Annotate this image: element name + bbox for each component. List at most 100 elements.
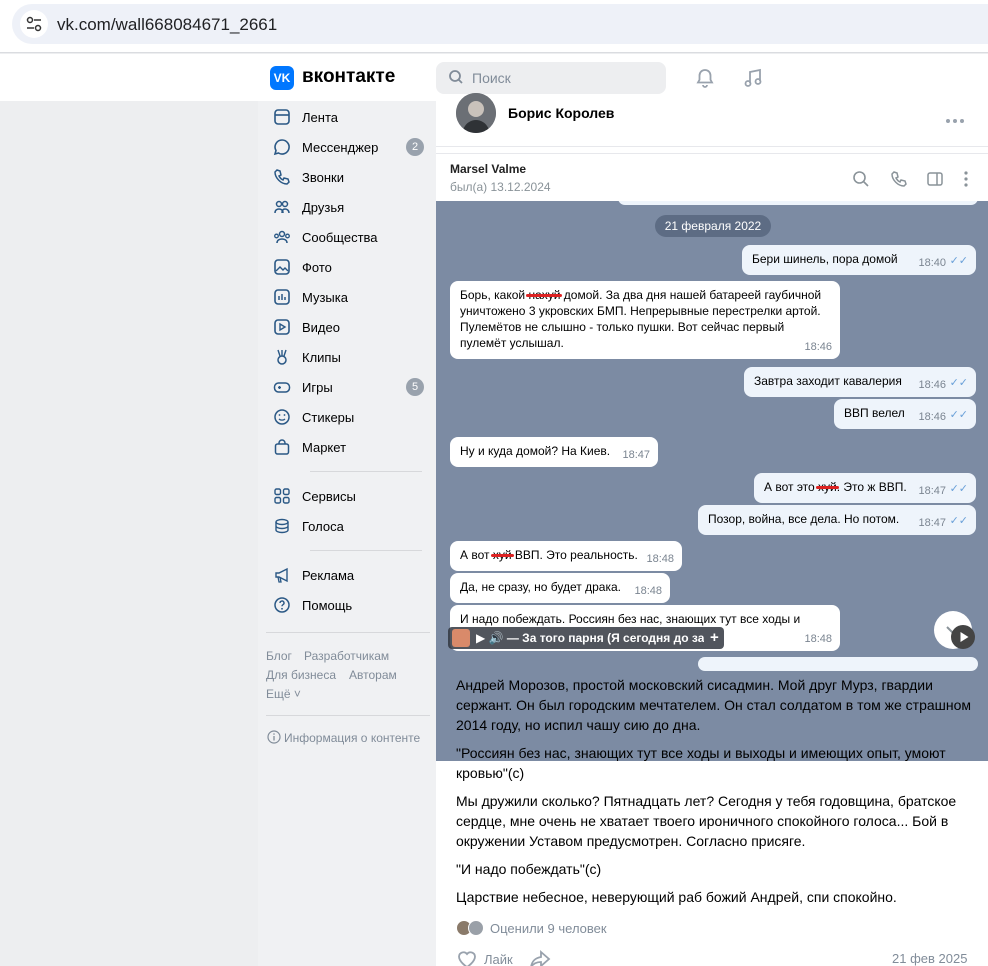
sidebar-item-ads[interactable]: Реклама bbox=[272, 560, 422, 590]
vk-header: VK вконтакте Поиск bbox=[0, 54, 988, 101]
footer-link-developers[interactable]: Разработчикам bbox=[304, 649, 389, 663]
search-icon bbox=[853, 171, 869, 187]
unread-badge: 2 bbox=[406, 138, 424, 156]
games-icon bbox=[272, 377, 292, 397]
feed-icon bbox=[272, 107, 292, 127]
like-button[interactable]: Лайк bbox=[484, 952, 513, 966]
sidebar-panel-icon bbox=[927, 172, 943, 186]
communities-icon bbox=[272, 227, 292, 247]
footer-link-more[interactable]: Ещё ˅ bbox=[266, 687, 301, 701]
sidebar-item-votes[interactable]: Голоса bbox=[272, 511, 422, 541]
search-input[interactable]: Поиск bbox=[436, 62, 666, 94]
left-sidebar: Лента Мессенджер 2 Звонки Друзья Сообщес… bbox=[258, 101, 436, 966]
footer-link-blog[interactable]: Блог bbox=[266, 649, 292, 663]
more-icon[interactable] bbox=[944, 111, 966, 131]
search-placeholder: Поиск bbox=[472, 70, 511, 86]
megaphone-icon bbox=[272, 565, 292, 585]
messenger-icon bbox=[272, 137, 292, 157]
browser-toolbar: vk.com/wall668084671_2661 bbox=[0, 0, 988, 53]
read-check-icon: ✓✓ bbox=[949, 255, 968, 267]
read-check-icon: ✓✓ bbox=[949, 483, 968, 495]
wall-post: Борис Королев Marsel Valme был(а) 13.12.… bbox=[436, 93, 988, 966]
vk-logo-icon[interactable]: VK bbox=[270, 66, 294, 90]
video-icon bbox=[272, 317, 292, 337]
search-icon bbox=[449, 70, 463, 84]
message-bubble: Борь, какой нахуй домой. За два дня наше… bbox=[450, 281, 840, 359]
message-bubble: Ну и куда домой? На Киев. 18:47 bbox=[450, 437, 658, 467]
date-divider: 21 февраля 2022 bbox=[655, 215, 771, 237]
sidebar-item-clips[interactable]: Клипы bbox=[272, 342, 422, 372]
post-actions: Лайк bbox=[456, 949, 551, 966]
info-icon bbox=[267, 730, 281, 744]
author-avatar[interactable] bbox=[456, 93, 496, 133]
sidebar-divider bbox=[266, 632, 430, 633]
post-paragraph: Андрей Морозов, простой московский сисад… bbox=[456, 677, 972, 733]
sidebar-item-calls[interactable]: Звонки bbox=[272, 162, 422, 192]
message-bubble: Позор, война, все дела. Но потом. 18:47 … bbox=[698, 505, 976, 535]
likes-count-text: Оценили 9 человек bbox=[490, 920, 607, 936]
photo-icon bbox=[272, 257, 292, 277]
audio-title: ▶ 🔊 — За того парня (Я сегодня до зари в… bbox=[476, 631, 704, 645]
sidebar-item-music[interactable]: Музыка bbox=[272, 282, 422, 312]
sidebar-item-messenger[interactable]: Мессенджер 2 bbox=[272, 132, 424, 162]
censored-word: хуй bbox=[818, 480, 837, 494]
sidebar-item-video[interactable]: Видео bbox=[272, 312, 422, 342]
audio-player-overlay: ▶ 🔊 — За того парня (Я сегодня до зари в… bbox=[448, 627, 724, 649]
sidebar-item-communities[interactable]: Сообщества bbox=[272, 222, 422, 252]
message-bubble: Бери шинель, пора домой 18:40 ✓✓ bbox=[742, 245, 976, 275]
reactions-summary[interactable]: Оценили 9 человек bbox=[456, 919, 607, 937]
sidebar-item-games[interactable]: Игры 5 bbox=[272, 372, 424, 402]
sidebar-item-feed[interactable]: Лента bbox=[272, 102, 422, 132]
friends-icon bbox=[272, 197, 292, 217]
sidebar-divider bbox=[310, 550, 422, 551]
post-paragraph: "И надо побеждать"(с) bbox=[456, 861, 602, 877]
message-bubble: А вот это хуй. Это ж ВВП. 18:47 ✓✓ bbox=[754, 473, 976, 503]
kebab-menu-icon bbox=[964, 171, 968, 187]
clips-icon bbox=[272, 347, 292, 367]
author-name[interactable]: Борис Королев bbox=[508, 105, 614, 121]
sidebar-item-stickers[interactable]: Стикеры bbox=[272, 402, 422, 432]
read-check-icon: ✓✓ bbox=[949, 377, 968, 389]
add-audio-icon: + bbox=[710, 629, 719, 646]
post-paragraph: Мы дружили сколько? Пятнадцать лет? Сего… bbox=[456, 793, 957, 849]
bell-icon[interactable] bbox=[694, 67, 716, 89]
votes-icon bbox=[272, 516, 292, 536]
site-info-icon[interactable] bbox=[20, 10, 48, 38]
post-date[interactable]: 21 фев 2025 bbox=[892, 951, 967, 966]
heart-icon[interactable] bbox=[456, 949, 478, 966]
brand-name[interactable]: вконтакте bbox=[302, 66, 395, 88]
censored-word: хуй bbox=[492, 548, 512, 562]
sidebar-item-services[interactable]: Сервисы bbox=[272, 481, 422, 511]
message-bubble-partial bbox=[698, 657, 978, 671]
chat-contact-status: был(а) 13.12.2024 bbox=[450, 180, 551, 194]
footer-link-authors[interactable]: Авторам bbox=[349, 668, 397, 682]
sidebar-item-friends[interactable]: Друзья bbox=[272, 192, 422, 222]
sidebar-item-help[interactable]: Помощь bbox=[272, 590, 422, 620]
games-badge: 5 bbox=[406, 378, 424, 396]
post-header: Борис Королев bbox=[436, 93, 988, 147]
chat-screenshot-header: Marsel Valme был(а) 13.12.2024 bbox=[436, 153, 988, 201]
chat-contact-name: Marsel Valme bbox=[450, 162, 527, 176]
address-bar[interactable]: vk.com/wall668084671_2661 bbox=[12, 4, 988, 44]
help-icon bbox=[272, 595, 292, 615]
play-icon[interactable] bbox=[951, 625, 975, 649]
message-bubble-partial bbox=[618, 201, 978, 205]
stickers-icon bbox=[272, 407, 292, 427]
message-bubble: ВВП велел 18:46 ✓✓ bbox=[834, 399, 976, 429]
phone-icon bbox=[272, 167, 292, 187]
liker-avatar bbox=[468, 920, 484, 936]
message-bubble: А вот хуй ВВП. Это реальность. 18:48 bbox=[450, 541, 682, 571]
services-icon bbox=[272, 486, 292, 506]
message-bubble: Завтра заходит кавалерия 18:46 ✓✓ bbox=[744, 367, 976, 397]
sidebar-item-market[interactable]: Маркет bbox=[272, 432, 422, 462]
post-paragraph: Царствие небесное, неверующий раб божий … bbox=[456, 889, 897, 905]
url-text[interactable]: vk.com/wall668084671_2661 bbox=[57, 15, 277, 35]
sidebar-item-photo[interactable]: Фото bbox=[272, 252, 422, 282]
share-icon[interactable] bbox=[529, 949, 551, 966]
content-info-link[interactable]: Информация о контенте bbox=[284, 731, 420, 745]
music-note-icon[interactable] bbox=[742, 67, 764, 89]
sidebar-divider bbox=[310, 471, 422, 472]
message-bubble: Да, не сразу, но будет драка. 18:48 bbox=[450, 573, 670, 603]
footer-link-business[interactable]: Для бизнеса bbox=[266, 668, 336, 682]
music-icon bbox=[272, 287, 292, 307]
